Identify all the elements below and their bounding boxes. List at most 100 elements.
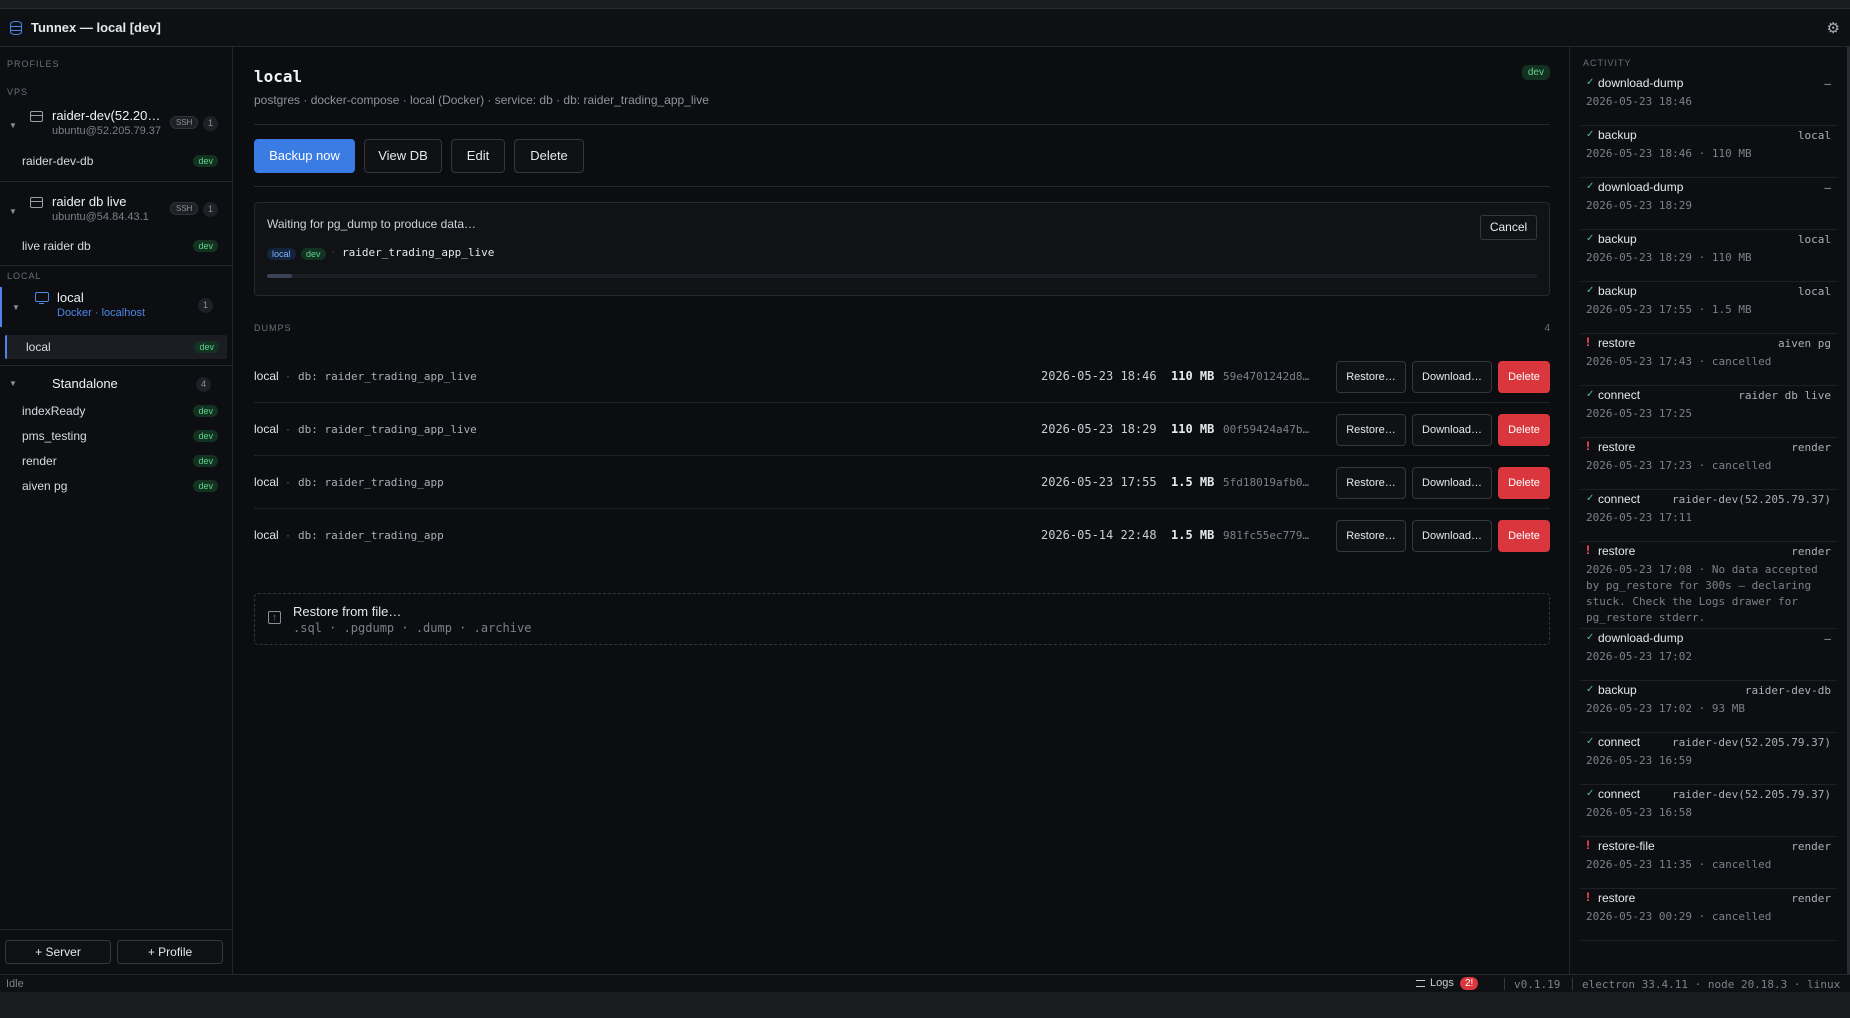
activity-target: local [1797, 129, 1831, 142]
download-button[interactable]: Download… [1412, 467, 1492, 499]
group-standalone[interactable]: ▼ Standalone 4 [0, 374, 232, 394]
dump-timestamp: 2026-05-23 18:29 [1041, 422, 1157, 436]
activity-item[interactable]: ! restore-file render 2026-05-23 11:35 · ca… [1581, 837, 1837, 889]
delete-button[interactable]: Delete [514, 139, 584, 173]
server-host: ubuntu@54.84.43.1 [52, 211, 149, 223]
db-name: raider-dev-db [22, 154, 94, 168]
dump-timestamp: 2026-05-23 17:55 [1041, 475, 1157, 489]
table-row: local · db: raider_trading_app_live 2026… [254, 403, 1550, 456]
chevron-down-icon[interactable]: ▼ [9, 121, 17, 130]
activity-meta: 2026-05-23 18:29 [1586, 199, 1692, 212]
ssh-badge: SSH [170, 116, 199, 129]
server-icon [30, 111, 43, 122]
sidebar-item-local[interactable]: local dev [5, 335, 227, 359]
delete-dump-button[interactable]: Delete [1498, 520, 1550, 552]
chevron-down-icon[interactable]: ▼ [9, 379, 17, 388]
activity-target: local [1797, 285, 1831, 298]
activity-target: raider-dev(52.205.79.37) [1672, 788, 1831, 801]
add-server-button[interactable]: + Server [5, 940, 111, 964]
cancel-button[interactable]: Cancel [1480, 215, 1537, 240]
server-local[interactable]: ▼ local Docker · localhost 1 [0, 287, 232, 327]
app-version: v0.1.19 [1514, 978, 1561, 991]
server-host: Docker · localhost [57, 307, 146, 319]
activity-item[interactable]: ! restore render 2026-05-23 17:08 · No data… [1581, 542, 1837, 629]
activity-item[interactable]: ✓ backup local 2026-05-23 18:29 · 110 MB [1581, 230, 1837, 282]
restore-button[interactable]: Restore… [1336, 520, 1406, 552]
backup-now-button[interactable]: Backup now [254, 139, 355, 173]
restore-button[interactable]: Restore… [1336, 467, 1406, 499]
download-button[interactable]: Download… [1412, 361, 1492, 393]
error-icon: ! [1586, 439, 1590, 453]
activity-item[interactable]: ! restore render 2026-05-23 00:29 · cancell… [1581, 889, 1837, 941]
chevron-down-icon[interactable]: ▼ [12, 303, 20, 312]
activity-item[interactable]: ! restore aiven pg 2026-05-23 17:43 · cance… [1581, 334, 1837, 386]
activity-op: backup [1598, 232, 1637, 246]
activity-meta: 2026-05-23 16:58 [1586, 806, 1692, 819]
separator-dot: · [286, 528, 290, 542]
database-icon [10, 20, 22, 35]
sidebar-item-indexready[interactable]: indexReady dev [0, 400, 232, 422]
check-icon: ✓ [1586, 389, 1595, 400]
activity-meta: 2026-05-23 11:35 · cancelled [1586, 858, 1772, 871]
server-name: raider-dev(52.205.79.37) [52, 108, 166, 123]
server-raider-db-live[interactable]: ▼ raider db live ubuntu@54.84.43.1 SSH 1 [0, 191, 232, 229]
activity-target: aiven pg [1778, 337, 1831, 350]
dump-size: 1.5 MB [1171, 528, 1215, 542]
server-raider-dev[interactable]: ▼ raider-dev(52.205.79.37) ubuntu@52.205… [0, 105, 232, 143]
restore-button[interactable]: Restore… [1336, 414, 1406, 446]
delete-dump-button[interactable]: Delete [1498, 467, 1550, 499]
edit-button[interactable]: Edit [451, 139, 505, 173]
activity-item[interactable]: ✓ download-dump — 2026-05-23 18:29 [1581, 178, 1837, 230]
restore-button[interactable]: Restore… [1336, 361, 1406, 393]
server-icon [30, 197, 43, 208]
activity-item[interactable]: ✓ backup local 2026-05-23 17:55 · 1.5 MB [1581, 282, 1837, 334]
delete-dump-button[interactable]: Delete [1498, 414, 1550, 446]
download-button[interactable]: Download… [1412, 520, 1492, 552]
activity-item[interactable]: ✓ backup local 2026-05-23 18:46 · 110 MB [1581, 126, 1837, 178]
activity-op: backup [1598, 683, 1637, 697]
sidebar-item-aiven-pg[interactable]: aiven pg dev [0, 475, 232, 497]
db-name: local [26, 340, 51, 354]
env-tag: dev [193, 455, 218, 467]
sidebar-item-raider-dev-db[interactable]: raider-dev-db dev [0, 150, 232, 172]
sidebar-item-render[interactable]: render dev [0, 450, 232, 472]
sidebar-item-pms-testing[interactable]: pms_testing dev [0, 425, 232, 447]
vps-label: VPS [7, 87, 29, 97]
logs-icon[interactable] [1416, 980, 1425, 987]
activity-item[interactable]: ✓ connect raider-dev(52.205.79.37) 2026-05-… [1581, 785, 1837, 837]
progress-db-name: raider_trading_app_live [342, 246, 495, 259]
activity-target: raider-dev(52.205.79.37) [1672, 736, 1831, 749]
monitor-icon [35, 292, 49, 304]
activity-op: download-dump [1598, 180, 1684, 194]
activity-meta: 2026-05-23 17:25 [1586, 407, 1692, 420]
check-icon: ✓ [1586, 233, 1595, 244]
dump-db: db: raider_trading_app [298, 476, 444, 489]
download-button[interactable]: Download… [1412, 414, 1492, 446]
activity-op: connect [1598, 787, 1641, 801]
logs-button[interactable]: Logs [1430, 977, 1454, 989]
activity-item[interactable]: ✓ connect raider-dev(52.205.79.37) 2026-05-… [1581, 490, 1837, 542]
add-profile-button[interactable]: + Profile [117, 940, 223, 964]
delete-dump-button[interactable]: Delete [1498, 361, 1550, 393]
sidebar-item-live-raider-db[interactable]: live raider db dev [0, 235, 232, 257]
activity-op: download-dump [1598, 76, 1684, 90]
activity-item[interactable]: ✓ download-dump — 2026-05-23 18:46 [1581, 74, 1837, 126]
activity-op: restore [1598, 336, 1636, 350]
dumps-label: DUMPS [254, 323, 292, 333]
source-chip: local [267, 248, 296, 260]
activity-meta: 2026-05-23 18:46 · 110 MB [1586, 147, 1752, 160]
restore-from-file-dropzone[interactable]: ↑ Restore from file… .sql · .pgdump · .d… [254, 593, 1550, 645]
dump-hash: 981fc55ec779… [1223, 529, 1310, 542]
dump-source: local [254, 528, 279, 542]
activity-item[interactable]: ✓ connect raider-dev(52.205.79.37) 2026-05-… [1581, 733, 1837, 785]
chevron-down-icon[interactable]: ▼ [9, 207, 17, 216]
gear-icon[interactable]: ⚙ [1827, 19, 1840, 37]
activity-item[interactable]: ✓ download-dump — 2026-05-23 17:02 [1581, 629, 1837, 681]
activity-target: render [1791, 892, 1831, 905]
activity-item[interactable]: ✓ connect raider db live 2026-05-23 17:25 [1581, 386, 1837, 438]
activity-item[interactable]: ✓ backup raider-dev-db 2026-05-23 17:02 · 9… [1581, 681, 1837, 733]
activity-target: render [1791, 441, 1831, 454]
view-db-button[interactable]: View DB [364, 139, 442, 173]
activity-meta: 2026-05-23 18:46 [1586, 95, 1692, 108]
activity-item[interactable]: ! restore render 2026-05-23 17:23 · cancell… [1581, 438, 1837, 490]
